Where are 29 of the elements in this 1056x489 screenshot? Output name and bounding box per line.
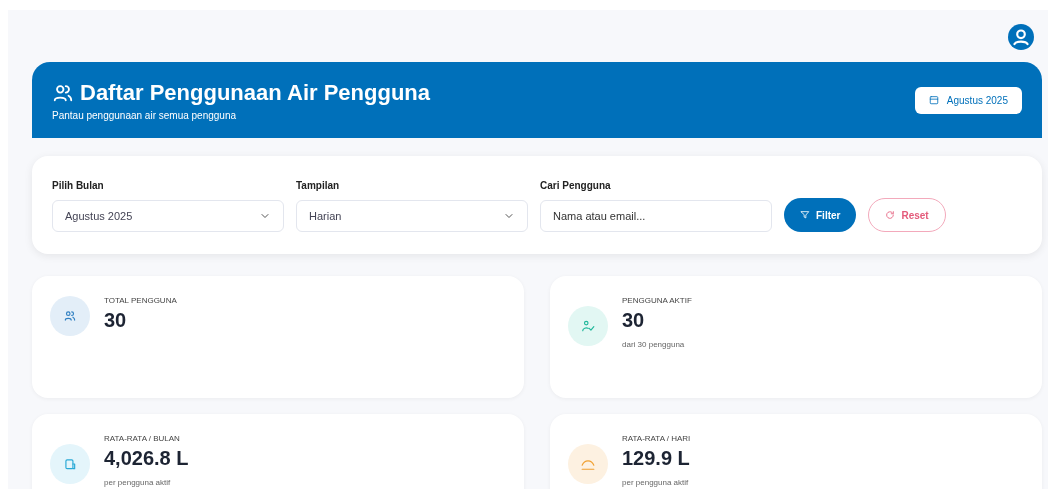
- user-avatar-icon: [1008, 24, 1034, 50]
- field-label: Tampilan: [296, 180, 341, 191]
- search-field[interactable]: Nama atau email...: [540, 200, 772, 232]
- users-icon: [63, 309, 77, 323]
- view-select[interactable]: Harian: [296, 200, 528, 232]
- stat-label: PENGGUNA AKTIF: [622, 296, 692, 305]
- stat-note: per pengguna aktif: [104, 478, 172, 487]
- stat-value: 30: [622, 309, 646, 332]
- stat-value: 129.9 L: [622, 447, 691, 470]
- stat-label: RATA-RATA / HARI: [622, 434, 691, 443]
- stat-value: 30: [104, 309, 128, 332]
- month-select[interactable]: Agustus 2025: [52, 200, 284, 232]
- stat-value: 4,026.8 L: [104, 447, 189, 470]
- stat-note: dari 30 pengguna: [622, 340, 686, 349]
- user-check-icon: [581, 319, 595, 333]
- refresh-icon: [885, 210, 896, 220]
- stat-label: RATA-RATA / BULAN: [104, 434, 181, 443]
- reset-button[interactable]: Reset: [868, 198, 946, 232]
- period-badge: Agustus 2025: [914, 86, 1022, 114]
- funnel-icon: [800, 210, 810, 220]
- calendar-icon: [928, 95, 939, 105]
- filter-button[interactable]: Filter: [784, 198, 857, 232]
- page-subtitle: Pantau penggunaan air semua pengguna: [52, 109, 238, 121]
- page-title: Daftar Penggunaan Air Pengguna: [80, 79, 430, 106]
- stat-label: TOTAL PENGGUNA: [104, 296, 177, 305]
- field-label: Pilih Bulan: [52, 180, 105, 191]
- stat-note: per pengguna aktif: [622, 478, 690, 487]
- container-icon: [63, 457, 77, 471]
- field-label: Cari Pengguna: [540, 180, 612, 191]
